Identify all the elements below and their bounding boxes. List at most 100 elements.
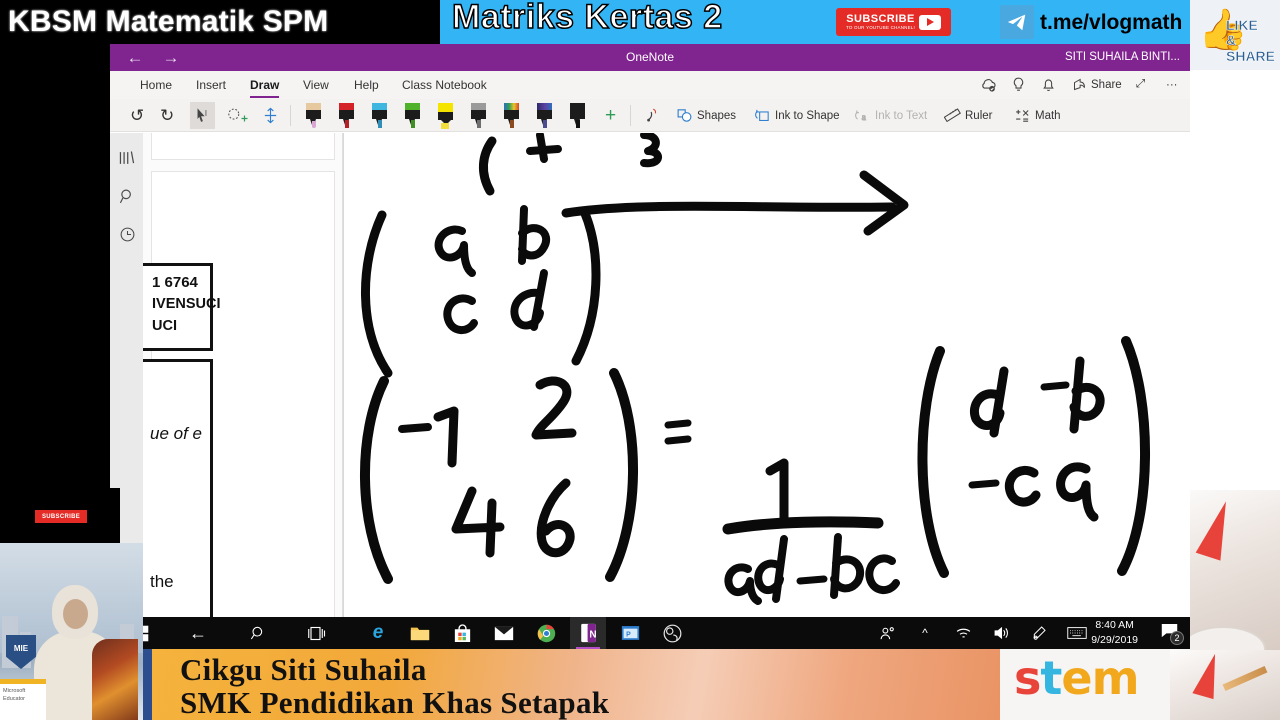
- pen-black[interactable]: [569, 103, 586, 129]
- touch-keyboard-icon[interactable]: [1065, 621, 1089, 645]
- pen-red[interactable]: [338, 103, 355, 129]
- search-icon[interactable]: [116, 185, 138, 207]
- channel-title: KBSM Matematik SPM: [8, 5, 329, 38]
- shapes-button[interactable]: Shapes: [672, 102, 740, 129]
- insert-space-button[interactable]: [258, 102, 283, 129]
- presenter-face: [63, 599, 88, 629]
- presenter-webcam: MIE Microsoft Educator: [0, 543, 143, 720]
- shapes-label: Shapes: [697, 109, 737, 122]
- pencil-grey[interactable]: [470, 103, 487, 129]
- chrome-icon[interactable]: [534, 621, 558, 645]
- scan-line-1: 1 6764: [152, 274, 198, 291]
- pen-rainbow[interactable]: [503, 103, 520, 129]
- note-canvas[interactable]: [343, 133, 1190, 619]
- stem-letter-e: e: [1061, 651, 1092, 705]
- people-icon[interactable]: [875, 621, 899, 645]
- educator-card-line2: Educator: [3, 696, 26, 703]
- show-hidden-icons-chevron[interactable]: ^: [913, 621, 937, 645]
- math-button[interactable]: Math: [1010, 102, 1065, 129]
- presenter-name: Cikgu Siti Suhaila: [180, 652, 427, 687]
- channel-title-block: KBSM Matematik SPM: [0, 0, 440, 44]
- topic-banner-block: Matriks Kertas 2 SUBSCRIBE TO OUR YOUTUB…: [440, 0, 1190, 44]
- sync-cloud-icon[interactable]: [976, 71, 1001, 98]
- svg-text:I: I: [205, 109, 208, 118]
- ruler-button[interactable]: Ruler: [940, 102, 996, 129]
- rocket-shape: [1192, 650, 1226, 700]
- recent-notes-icon[interactable]: [116, 223, 138, 245]
- mail-icon[interactable]: [492, 621, 516, 645]
- subscribe-overlay-badge[interactable]: SUBSCRIBE: [35, 510, 87, 523]
- edge-browser-icon[interactable]: e: [366, 621, 390, 645]
- ink-to-shape-label: Ink to Shape: [775, 109, 840, 122]
- notebooks-icon[interactable]: [116, 147, 138, 169]
- scanned-address-box: 1 6764 IVENSUCI UCI: [143, 263, 221, 351]
- expand-button[interactable]: ⤢: [1132, 71, 1149, 98]
- pen-galaxy[interactable]: [536, 103, 553, 129]
- app-title: OneNote: [625, 50, 675, 64]
- redo-button[interactable]: ↻: [156, 102, 178, 129]
- back-button[interactable]: ←: [186, 621, 210, 645]
- notifications-bell-icon[interactable]: [1036, 71, 1061, 98]
- dish-shape: [1190, 626, 1266, 650]
- account-name[interactable]: SITI SUHAILA BINTI...: [1065, 44, 1180, 71]
- page-list-panel[interactable]: 1 6764 IVENSUCI UCI ue of e the: [143, 133, 343, 619]
- pen-green[interactable]: [404, 103, 421, 129]
- right-props-photo: [1190, 490, 1280, 650]
- subscribe-badge[interactable]: SUBSCRIBE TO OUR YOUTUBE CHANNEL!: [836, 8, 951, 36]
- svg-text:P: P: [626, 631, 631, 638]
- presenter-shawl: [92, 639, 138, 720]
- more-options-button[interactable]: ···: [1162, 71, 1182, 98]
- ink-replay-button[interactable]: [640, 102, 665, 129]
- pen-pink[interactable]: [305, 103, 322, 129]
- scan-line-3: UCI: [152, 318, 177, 334]
- file-explorer-icon[interactable]: [408, 621, 432, 645]
- ink-to-text-label: Ink to Text: [875, 109, 928, 122]
- tab-view[interactable]: View: [295, 71, 337, 99]
- obs-studio-icon[interactable]: [660, 621, 684, 645]
- tab-home[interactable]: Home: [132, 71, 180, 99]
- tell-me-lightbulb-icon[interactable]: [1006, 71, 1031, 98]
- clock-time: 8:40 AM: [1095, 619, 1134, 631]
- onenote-icon[interactable]: N: [570, 617, 606, 649]
- task-view-icon[interactable]: [305, 621, 329, 645]
- tab-insert[interactable]: Insert: [188, 71, 234, 99]
- tab-help[interactable]: Help: [346, 71, 387, 99]
- undo-button[interactable]: ↺: [126, 102, 148, 129]
- network-wifi-icon[interactable]: [951, 621, 975, 645]
- lasso-select-button[interactable]: [222, 102, 253, 129]
- ink-to-shape-button[interactable]: Ink to Shape: [750, 102, 844, 129]
- ink-to-text-button[interactable]: a Ink to Text: [850, 102, 931, 129]
- telegram-icon: [1000, 5, 1034, 39]
- ruler-label: Ruler: [965, 109, 993, 122]
- onenote-window: ← → OneNote SITI SUHAILA BINTI... Home I…: [110, 44, 1190, 619]
- search-icon[interactable]: [246, 621, 270, 645]
- svg-text:N: N: [589, 630, 596, 641]
- microsoft-store-icon[interactable]: [450, 621, 474, 645]
- mie-badge-label: MIE: [6, 635, 36, 669]
- taskbar-clock[interactable]: 8:40 AM 9/29/2019: [1091, 618, 1138, 648]
- pen-cyan[interactable]: [371, 103, 388, 129]
- presenter-lower-third: Cikgu Siti Suhaila SMK Pendidikan Khas S…: [140, 649, 1040, 720]
- stem-props-photo: [1170, 649, 1280, 720]
- highlighter-yellow[interactable]: [437, 103, 454, 129]
- share-button[interactable]: Share: [1068, 71, 1126, 98]
- scan-line-4: ue of e: [150, 424, 202, 443]
- volume-icon[interactable]: [989, 621, 1013, 645]
- powerpoint-icon[interactable]: P: [618, 621, 642, 645]
- subscribe-sublabel: TO OUR YOUTUBE CHANNEL!: [846, 24, 915, 30]
- math-label: Math: [1035, 109, 1061, 122]
- pen-menu-icon[interactable]: [1027, 621, 1051, 645]
- select-object-button[interactable]: I: [190, 102, 215, 129]
- stem-letter-m: m: [1091, 651, 1140, 705]
- page-list-item[interactable]: [151, 133, 335, 160]
- telegram-handle[interactable]: t.me/vlogmath: [1040, 11, 1182, 35]
- stem-graphic-panel: stem: [1000, 649, 1280, 720]
- canvas-left-edge: [343, 133, 344, 619]
- pencil-shape: [1222, 665, 1268, 692]
- stem-letter-s: s: [1014, 651, 1041, 705]
- share-label: Share: [1091, 78, 1122, 91]
- tab-draw[interactable]: Draw: [242, 71, 287, 99]
- like-share-graphic: 👍 LIKE & SHARE: [1190, 0, 1280, 70]
- tab-class-notebook[interactable]: Class Notebook: [394, 71, 495, 99]
- add-pen-button[interactable]: +: [601, 102, 620, 129]
